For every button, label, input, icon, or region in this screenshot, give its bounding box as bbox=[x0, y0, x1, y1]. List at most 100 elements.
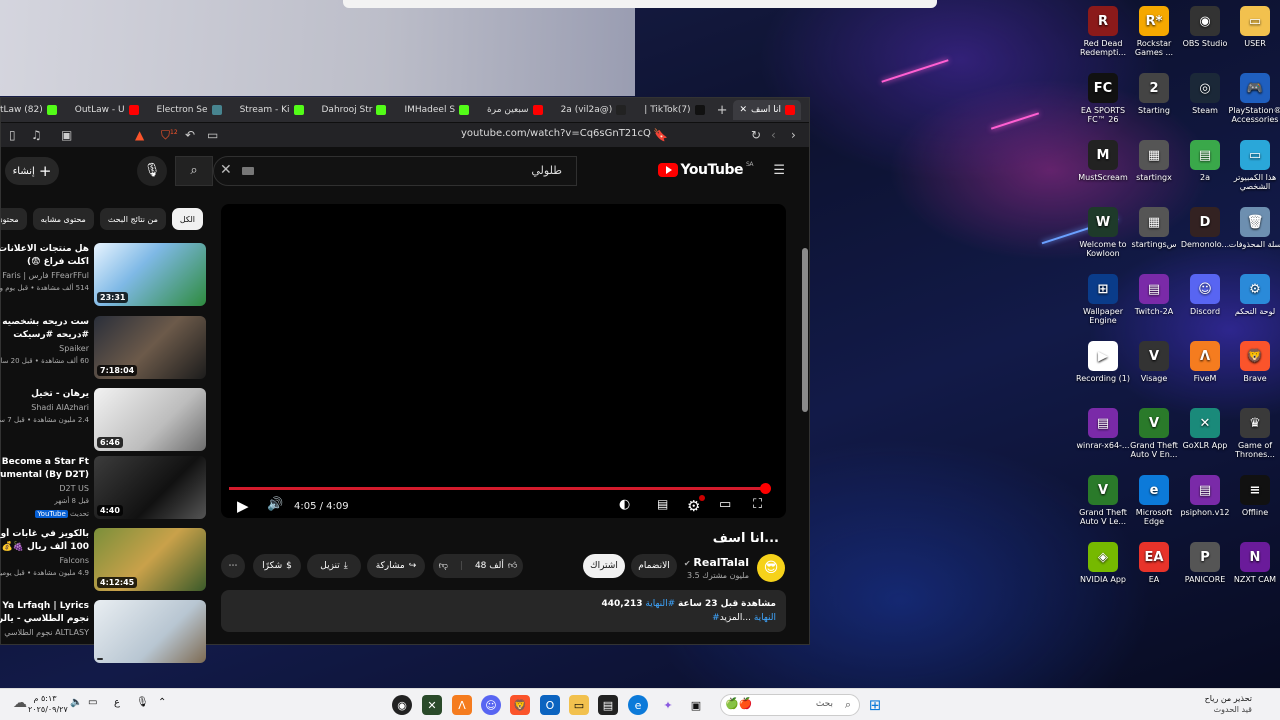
desktop-icon[interactable]: ▭ USER bbox=[1227, 4, 1280, 68]
related-video[interactable]: 4:12:45 بالكويز في غابات أوروبا عـ 0 100 أ… bbox=[0, 528, 206, 592]
desktop-icon[interactable]: 🗑 سلة المحذوفات bbox=[1227, 205, 1280, 269]
obs-taskbar-icon[interactable]: ◉ bbox=[392, 695, 412, 715]
copilot-taskbar-icon[interactable]: ✦ bbox=[658, 695, 678, 715]
desktop-icon[interactable]: ▦ startingx bbox=[1126, 138, 1182, 202]
related-video[interactable]: 23:31 هل منتجات الاعلانات حقيقية اكلت فراغ… bbox=[0, 243, 206, 307]
show-more-link[interactable]: ...المزيد bbox=[720, 613, 751, 623]
thanks-button[interactable]: شكرًا $ bbox=[253, 554, 301, 578]
desktop-icon[interactable]: ▭ هذا الكمبيوتر الشخصي bbox=[1227, 138, 1280, 202]
explorer-taskbar-icon[interactable]: ▭ bbox=[569, 695, 589, 715]
video-thumbnail[interactable]: 7:18:04 bbox=[94, 316, 206, 379]
desktop-icon[interactable]: EA EA bbox=[1126, 540, 1182, 604]
volume-icon[interactable]: 🔊 bbox=[267, 497, 283, 512]
video-thumbnail[interactable]: 4:12:45 bbox=[94, 528, 206, 591]
desktop-icon[interactable]: R Red Dead Redempti... bbox=[1075, 4, 1131, 68]
video-channel[interactable]: Falcons bbox=[0, 554, 89, 567]
fivem-taskbar-icon[interactable]: Λ bbox=[452, 695, 472, 715]
related-video[interactable]: sy - Ya Lrfaqh | Lyrics نجوم الطلاسي - يا… bbox=[0, 600, 206, 664]
brave-shields-icon[interactable]: ⛉12 bbox=[161, 128, 178, 143]
desktop-icon[interactable]: ▤ 2a bbox=[1177, 138, 1233, 202]
tab-6[interactable]: Stream - Ki bbox=[234, 100, 310, 120]
taskbar-search[interactable]: بحث ⌕ 🍎🍏 bbox=[720, 694, 860, 716]
video-channel[interactable]: Shadi AlAzhari bbox=[0, 401, 89, 414]
task-view-icon[interactable]: ▣ bbox=[686, 695, 706, 715]
progress-knob[interactable] bbox=[760, 483, 772, 494]
video-channel[interactable]: ALTLASY نجوم الطلاسي bbox=[0, 626, 89, 639]
undo-icon[interactable]: ↶ bbox=[185, 128, 195, 142]
desktop-icon[interactable]: ▤ Twitch-2A bbox=[1126, 272, 1182, 336]
desktop-icon[interactable]: Λ FiveM bbox=[1177, 339, 1233, 403]
desktop-icon[interactable]: e Microsoft Edge bbox=[1126, 473, 1182, 537]
clear-search-icon[interactable]: ✕ bbox=[220, 162, 232, 178]
video-channel[interactable]: Spaiker bbox=[0, 342, 89, 355]
desktop-icon[interactable]: V Visage bbox=[1126, 339, 1182, 403]
speaker-icon[interactable]: 🔈 bbox=[70, 697, 82, 708]
terminal-taskbar-icon[interactable]: ✕ bbox=[422, 695, 442, 715]
video-thumbnail[interactable]: 6:46 bbox=[94, 388, 206, 451]
desktop-icon[interactable]: ⊞ Wallpaper Engine bbox=[1075, 272, 1131, 336]
mic-icon[interactable]: 🎙 bbox=[137, 156, 167, 186]
description-box[interactable]: 440,213 مشاهدة قبل 23 ساعة #النهاية #الن… bbox=[221, 590, 786, 632]
brave-taskbar-icon[interactable]: 🦁 bbox=[510, 695, 530, 715]
desktop-icon[interactable]: 2 Starting bbox=[1126, 71, 1182, 135]
keyboard-icon[interactable] bbox=[242, 167, 254, 175]
desktop-icon[interactable]: R* Rockstar Games ... bbox=[1126, 4, 1182, 68]
desktop-icon[interactable]: 🎮 PlayStation® Accessories bbox=[1227, 71, 1280, 135]
forward-icon[interactable]: › bbox=[791, 128, 796, 142]
tab-8[interactable]: OutLaw - U bbox=[69, 100, 145, 120]
desktop-icon[interactable]: D Demonolo... bbox=[1177, 205, 1233, 269]
tab-9[interactable]: (82) OutLaw bbox=[0, 100, 63, 120]
chip-1[interactable]: من نتائج البحث bbox=[99, 208, 166, 230]
video-thumbnail[interactable] bbox=[94, 600, 206, 663]
desktop-icon[interactable]: ◎ Steam bbox=[1177, 71, 1233, 135]
tab-7[interactable]: Electron Se bbox=[151, 100, 228, 120]
desktop-icon[interactable]: ☺ Discord bbox=[1177, 272, 1233, 336]
desktop-icon[interactable]: ✕ GoXLR App bbox=[1177, 406, 1233, 470]
subscribe-button[interactable]: اشتراك bbox=[583, 554, 625, 578]
dislike-icon[interactable]: 👎︎ bbox=[439, 561, 448, 571]
video-player[interactable]: ▶ 🔊 4:05 / 4:09 ◐ ▤ ⚙ ▭ ⛶ bbox=[221, 204, 786, 518]
weather-widget[interactable]: تحذير من رياح قيد الحدوث bbox=[1188, 693, 1252, 715]
reload-icon[interactable]: ↻ bbox=[751, 128, 761, 142]
language-indicator[interactable]: ع bbox=[114, 697, 120, 708]
tab-2[interactable]: (@vil2a) 2a bbox=[555, 100, 633, 120]
desktop-icon[interactable]: ▤ winrar-x64-... bbox=[1075, 406, 1131, 470]
brave-rewards-icon[interactable]: ▲ bbox=[135, 128, 144, 142]
page-scrollbar[interactable] bbox=[802, 248, 808, 412]
desktop-icon[interactable]: ≡ Offline bbox=[1227, 473, 1280, 537]
close-tab-icon[interactable]: ✕ bbox=[739, 105, 747, 115]
tab-3[interactable]: سبعين مرة bbox=[481, 100, 549, 120]
play-icon[interactable]: ▶ bbox=[237, 497, 249, 515]
desktop-icon[interactable]: W Welcome to Kowloon bbox=[1075, 205, 1131, 269]
edge-taskbar-icon[interactable]: e bbox=[628, 695, 648, 715]
search-button[interactable]: ⌕ bbox=[175, 156, 213, 186]
search-input[interactable]: ✕ طلولي bbox=[213, 156, 577, 186]
desktop-icon[interactable]: ◉ OBS Studio bbox=[1177, 4, 1233, 68]
screenshot-icon[interactable]: ▣ bbox=[61, 128, 72, 142]
tab-0[interactable]: انا اسف ✕ bbox=[733, 100, 801, 120]
bookmark-icon[interactable]: 🔖 bbox=[653, 128, 668, 142]
autoplay-toggle[interactable]: ◐ bbox=[619, 497, 630, 512]
outlook-taskbar-icon[interactable]: O bbox=[540, 695, 560, 715]
video-channel[interactable]: D2T US bbox=[0, 482, 89, 495]
desktop-icon[interactable]: V Grand Theft Auto V En... bbox=[1126, 406, 1182, 470]
create-button[interactable]: إنشاء + bbox=[5, 157, 59, 185]
channel-name-link[interactable]: ✔ RealTalal bbox=[684, 556, 749, 569]
video-thumbnail[interactable]: 23:31 bbox=[94, 243, 206, 306]
channel-avatar[interactable]: 😎 bbox=[757, 554, 785, 582]
discord-taskbar-icon[interactable]: ☺ bbox=[481, 695, 501, 715]
network-icon[interactable]: ▭ bbox=[88, 697, 97, 708]
desktop-icon[interactable]: ▶ Recording (1) bbox=[1075, 339, 1131, 403]
desktop-icon[interactable]: V Grand Theft Auto V Le... bbox=[1075, 473, 1131, 537]
related-video[interactable]: 7:18:04 ست دريحه بشخصيه كبير كافي #دريحه #… bbox=[0, 316, 206, 380]
more-actions-button[interactable]: ⋯ bbox=[221, 554, 245, 578]
start-icon[interactable]: ⊞ bbox=[865, 695, 885, 715]
related-video[interactable]: تحديث YouTube bbox=[1, 508, 206, 522]
related-video[interactable]: 6:46 يرهان - تخيل Shadi AlAzhari 2.4 مليون … bbox=[0, 388, 206, 452]
menu-icon[interactable]: ☰ bbox=[773, 163, 785, 178]
desktop-icon[interactable]: ◈ NVIDIA App bbox=[1075, 540, 1131, 604]
desktop-icon[interactable]: N NZXT CAM bbox=[1227, 540, 1280, 604]
theater-icon[interactable]: ▭ bbox=[719, 497, 731, 512]
new-tab-button[interactable]: + bbox=[717, 103, 728, 118]
like-count[interactable]: 48 ألف bbox=[475, 561, 504, 571]
